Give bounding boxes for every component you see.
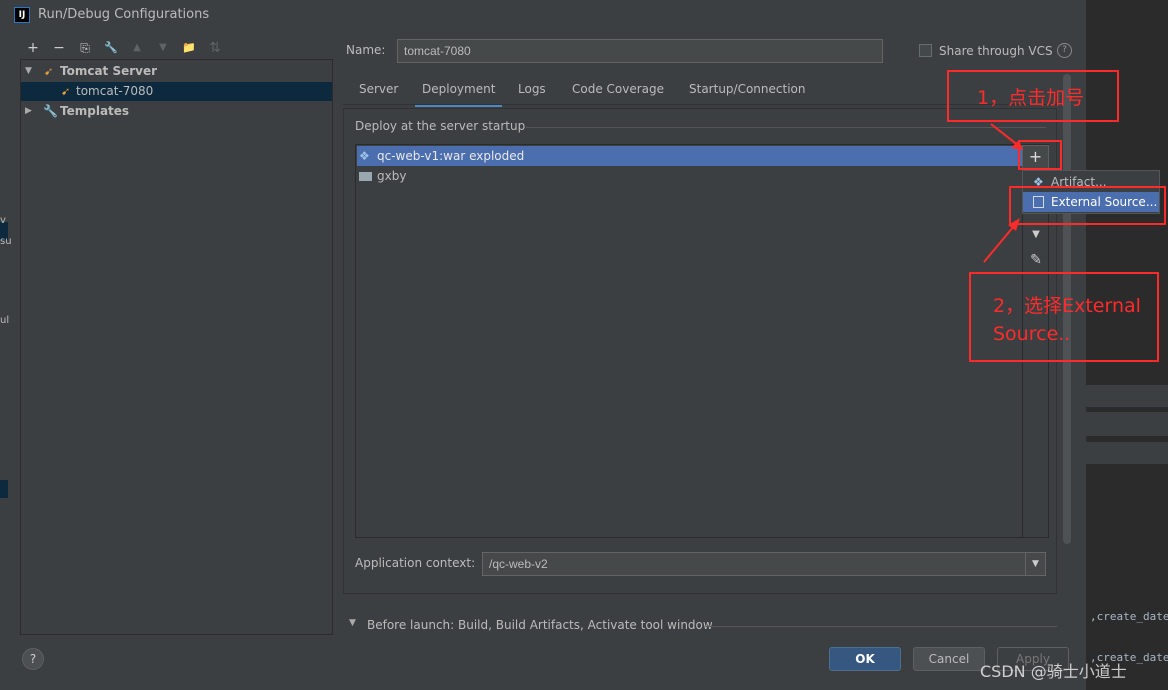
add-config-button[interactable]: + bbox=[24, 39, 42, 57]
bg-bar bbox=[1086, 442, 1168, 464]
help-icon[interactable]: ? bbox=[1057, 43, 1072, 58]
sort-button[interactable]: ⇅ bbox=[206, 39, 224, 57]
bg-text: v bbox=[0, 215, 6, 226]
app-context-input[interactable] bbox=[482, 552, 1027, 576]
bg-bar bbox=[1086, 412, 1168, 436]
folder-icon[interactable]: 📁 bbox=[180, 39, 198, 57]
move-down-button[interactable]: ▼ bbox=[1026, 226, 1046, 244]
annotation-text: 2，选择External bbox=[993, 295, 1141, 317]
tomcat-icon: ➹ bbox=[61, 85, 71, 98]
tab-logs[interactable]: Logs bbox=[518, 80, 546, 104]
annotation-arrow bbox=[990, 123, 1023, 150]
list-item-label: qc-web-v1:war exploded bbox=[377, 149, 525, 163]
share-vcs-label: Share through VCS bbox=[939, 44, 1053, 58]
deploy-section-label: Deploy at the server startup bbox=[355, 119, 526, 133]
left-edge: v su ul bbox=[0, 30, 12, 690]
copy-config-button[interactable]: ⎘ bbox=[76, 39, 94, 57]
collapse-arrow-icon[interactable]: ▼ bbox=[349, 618, 356, 628]
tree-item-templates[interactable]: ▶ 🔧 Templates bbox=[21, 102, 332, 121]
list-item-label: gxby bbox=[377, 169, 407, 183]
list-item[interactable]: gxby bbox=[357, 166, 1023, 186]
annotation-step1: 1，点击加号 bbox=[947, 70, 1119, 122]
tree-item-tomcat-server[interactable]: ▼ ➹ Tomcat Server bbox=[21, 62, 332, 81]
config-tree: ▼ ➹ Tomcat Server ➹ tomcat-7080 ▶ 🔧 Temp… bbox=[20, 59, 333, 635]
expand-arrow-icon[interactable]: ▼ bbox=[25, 62, 32, 81]
dropdown-arrow-icon[interactable]: ▼ bbox=[1025, 552, 1046, 576]
annotation-highlight-external bbox=[1009, 186, 1166, 225]
edit-icon[interactable]: ✎ bbox=[1026, 251, 1046, 269]
name-label: Name: bbox=[346, 43, 386, 57]
bg-selection bbox=[0, 480, 8, 498]
annotation-step2: 2，选择External Source.. bbox=[969, 272, 1159, 362]
bg-text: ul bbox=[0, 315, 10, 326]
tab-deployment[interactable]: Deployment bbox=[415, 80, 503, 107]
tomcat-icon: ➹ bbox=[44, 65, 54, 78]
expand-arrow-icon[interactable]: ▶ bbox=[25, 102, 32, 121]
app-context-label: Application context: bbox=[355, 556, 476, 570]
annotation-text: 1，点击加号 bbox=[977, 87, 1085, 109]
artifact-icon: ❖ bbox=[359, 149, 370, 163]
list-item[interactable]: ❖ qc-web-v1:war exploded bbox=[357, 146, 1023, 166]
wrench-icon: 🔧 bbox=[43, 104, 58, 118]
tree-item-tomcat-7080[interactable]: ➹ tomcat-7080 bbox=[21, 82, 332, 101]
before-launch-label[interactable]: Before launch: Build, Build Artifacts, A… bbox=[367, 618, 713, 632]
share-vcs-checkbox[interactable] bbox=[919, 44, 932, 57]
cancel-button[interactable]: Cancel bbox=[913, 647, 985, 671]
bg-code-line: ,create_date bbox=[1090, 610, 1168, 623]
folder-icon bbox=[359, 172, 372, 181]
ok-button[interactable]: OK bbox=[829, 647, 901, 671]
title-bar: IJ Run/Debug Configurations bbox=[0, 0, 1086, 30]
section-divider bbox=[526, 127, 1046, 128]
help-button[interactable]: ? bbox=[22, 648, 44, 670]
watermark: CSDN @骑士小道士 bbox=[980, 662, 1127, 681]
bg-bar bbox=[1086, 385, 1168, 407]
move-down-button[interactable]: ▼ bbox=[154, 39, 172, 57]
tab-server[interactable]: Server bbox=[359, 80, 398, 104]
name-input[interactable] bbox=[397, 39, 883, 63]
window-title: Run/Debug Configurations bbox=[38, 7, 210, 22]
deploy-list: ❖ qc-web-v1:war exploded gxby bbox=[355, 144, 1049, 538]
remove-config-button[interactable]: − bbox=[50, 39, 68, 57]
section-divider bbox=[706, 626, 1057, 627]
annotation-text: Source.. bbox=[993, 323, 1071, 345]
intellij-logo-icon: IJ bbox=[14, 7, 30, 23]
tree-item-label: Tomcat Server bbox=[60, 64, 158, 78]
run-debug-dialog: IJ Run/Debug Configurations v su ul + − … bbox=[0, 0, 1086, 690]
annotation-arrow bbox=[983, 218, 1020, 263]
move-up-button[interactable]: ▲ bbox=[128, 39, 146, 57]
bg-text: su bbox=[0, 236, 12, 247]
tree-item-label: tomcat-7080 bbox=[76, 84, 154, 98]
tab-startup-connection[interactable]: Startup/Connection bbox=[689, 80, 805, 104]
wrench-icon[interactable]: 🔧 bbox=[102, 39, 120, 57]
tree-item-label: Templates bbox=[60, 104, 130, 118]
tab-code-coverage[interactable]: Code Coverage bbox=[572, 80, 664, 104]
